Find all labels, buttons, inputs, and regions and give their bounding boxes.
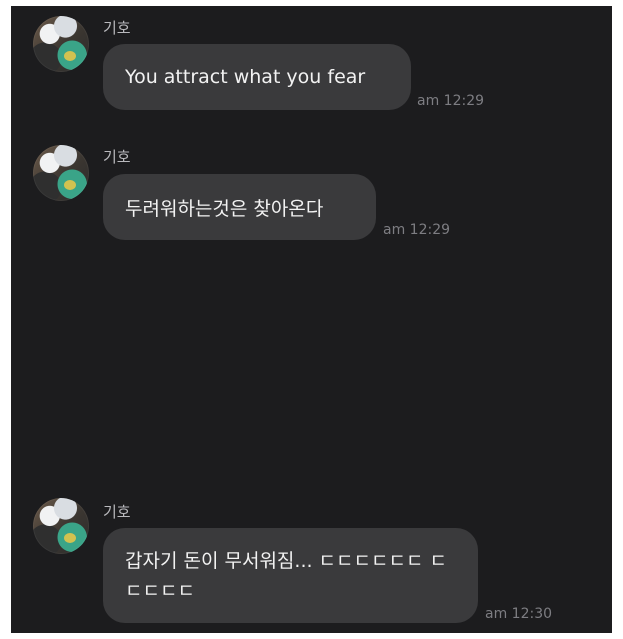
message-bubble[interactable]: 두려워하는것은 찾아온다 bbox=[103, 174, 376, 240]
sender-name: 기호 bbox=[103, 148, 131, 166]
sender-name: 기호 bbox=[103, 19, 131, 37]
avatar[interactable] bbox=[33, 16, 89, 72]
message-bubble[interactable]: You attract what you fear bbox=[103, 44, 411, 110]
chat-view: 기호 You attract what you fear am 12:29 기호… bbox=[11, 6, 612, 633]
message-bubble[interactable]: 갑자기 돈이 무서워짐... ㄷㄷㄷㄷㄷㄷ ㄷㄷㄷㄷㄷ bbox=[103, 528, 478, 623]
sender-name: 기호 bbox=[103, 503, 131, 521]
message-time: am 12:29 bbox=[417, 93, 485, 109]
avatar[interactable] bbox=[33, 145, 89, 201]
message-time: am 12:30 bbox=[485, 606, 553, 622]
avatar[interactable] bbox=[33, 498, 89, 554]
message-time: am 12:29 bbox=[383, 222, 451, 238]
